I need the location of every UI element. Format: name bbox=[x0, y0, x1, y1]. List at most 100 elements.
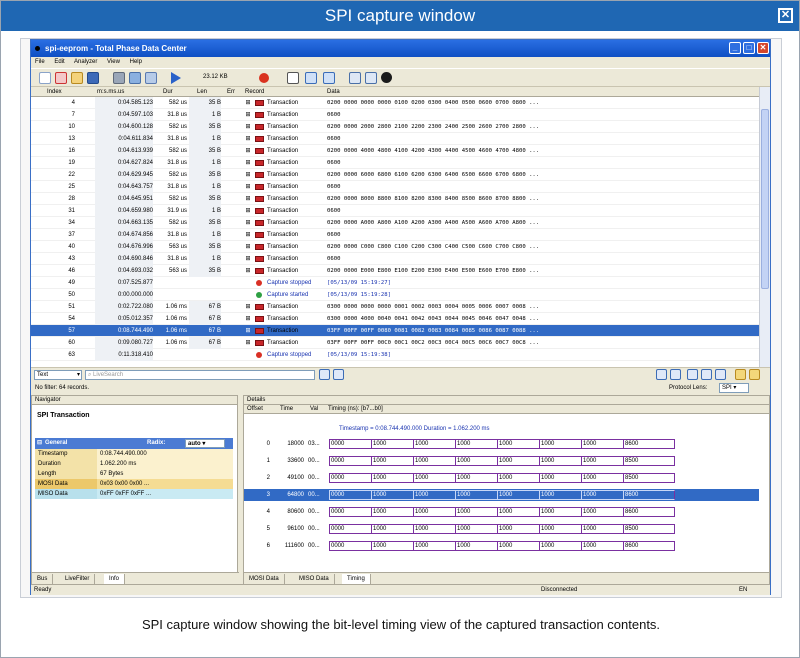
table-row[interactable]: 7 0:04.597.103 31.8 us 1 B ⊞ Transaction 0600 bbox=[31, 109, 759, 121]
property-row[interactable]: MOSI Data 0x03 0x00 0x00 ... bbox=[35, 479, 233, 489]
col-data[interactable]: Data bbox=[327, 87, 340, 97]
table-row[interactable]: 10 0:04.600.128 582 us 35 B ⊞ Transaction 0200… bbox=[31, 121, 759, 133]
expand-icon[interactable]: ⊞ bbox=[244, 337, 252, 349]
expand-icon[interactable]: ⊞ bbox=[244, 241, 252, 253]
bomb-icon[interactable] bbox=[381, 72, 392, 83]
record-stop-icon[interactable] bbox=[259, 73, 269, 83]
property-row[interactable]: MISO Data 0xFF 0xFF 0xFF ... bbox=[35, 489, 233, 499]
table-row[interactable]: 4 0:04.585.123 582 us 35 B ⊞ Transaction 0200 … bbox=[31, 97, 759, 109]
menu-view[interactable]: View bbox=[107, 59, 120, 65]
table-row[interactable]: 19 0:04.627.824 31.8 us 1 B ⊞ Transaction 0600 bbox=[31, 157, 759, 169]
nav-first-button[interactable] bbox=[687, 369, 698, 380]
minimize-icon[interactable]: _ bbox=[729, 42, 741, 54]
timing-row[interactable]: 4 80600 00... 0000 1000 1000 1000 1000 1000 1000 8… bbox=[244, 506, 759, 518]
bookmark-button[interactable] bbox=[735, 369, 746, 380]
play-icon[interactable] bbox=[171, 72, 181, 84]
expand-icon[interactable]: ⊞ bbox=[244, 301, 252, 313]
expand-icon[interactable]: ⊞ bbox=[244, 181, 252, 193]
col-time[interactable]: m:s.ms.us bbox=[97, 87, 124, 97]
menu-edit[interactable]: Edit bbox=[54, 59, 64, 65]
config-icon[interactable] bbox=[129, 72, 141, 84]
expand-icon[interactable]: ⊞ bbox=[244, 169, 252, 181]
table-row[interactable]: 46 0:04.693.032 563 us 35 B ⊞ Transaction 0200… bbox=[31, 265, 759, 277]
table-row[interactable]: 25 0:04.643.757 31.8 us 1 B ⊞ Transaction 0600 bbox=[31, 181, 759, 193]
col-index[interactable]: Index bbox=[47, 87, 62, 97]
table-row[interactable]: 13 0:04.611.834 31.8 us 1 B ⊞ Transaction 0600 bbox=[31, 133, 759, 145]
highlight-button[interactable] bbox=[749, 369, 760, 380]
tab-info[interactable]: Info bbox=[104, 574, 126, 584]
table-row[interactable]: 60 0:09.080.727 1.06 ms 67 B ⊞ Transaction 03F… bbox=[31, 337, 759, 349]
timing-row[interactable]: 0 18000 03... 0000 1000 1000 1000 1000 1000 1000 8… bbox=[244, 438, 759, 450]
maximize-icon[interactable]: □ bbox=[743, 42, 755, 54]
copy-icon[interactable] bbox=[349, 72, 361, 84]
view-text-icon[interactable] bbox=[287, 72, 299, 84]
save-icon[interactable] bbox=[87, 72, 99, 84]
table-row[interactable]: 43 0:04.690.846 31.8 us 1 B ⊞ Transaction 0600 bbox=[31, 253, 759, 265]
table-row[interactable]: 57 0:08.744.490 1.06 ms 67 B ⊞ Transaction 03F… bbox=[31, 325, 759, 337]
expand-icon[interactable]: ⊞ bbox=[244, 253, 252, 265]
collapse-icon[interactable]: ⊟ bbox=[37, 438, 42, 449]
table-row[interactable]: 28 0:04.645.951 582 us 35 B ⊞ Transaction 0200… bbox=[31, 193, 759, 205]
radix-select[interactable]: auto ▾ bbox=[185, 439, 225, 448]
col-record[interactable]: Record bbox=[245, 87, 264, 97]
add-button[interactable] bbox=[656, 369, 667, 380]
expand-icon[interactable]: ⊞ bbox=[244, 97, 252, 109]
device-icon[interactable] bbox=[113, 72, 125, 84]
table-row[interactable]: 40 0:04.676.996 563 us 35 B ⊞ Transaction 0200… bbox=[31, 241, 759, 253]
protocol-lens-select[interactable]: SPI ▾ bbox=[719, 383, 749, 393]
col-timing[interactable]: Timing (ns): [b7...b0] bbox=[328, 405, 383, 414]
table-row[interactable]: 63 0:11.318.410 Capture stopped [05/13/09 1… bbox=[31, 349, 759, 361]
new-file-icon[interactable] bbox=[39, 72, 51, 84]
nav-prev-button[interactable] bbox=[701, 369, 712, 380]
timing-row[interactable]: 6 111600 00... 0000 1000 1000 1000 1000 1000 1000… bbox=[244, 540, 759, 552]
expand-icon[interactable]: ⊞ bbox=[244, 157, 252, 169]
live-search-input[interactable]: ⌕ LiveSearch bbox=[85, 370, 315, 380]
menu-file[interactable]: File bbox=[35, 59, 45, 65]
timing-row[interactable]: 5 96100 00... 0000 1000 1000 1000 1000 1000 1000 8… bbox=[244, 523, 759, 535]
open-folder-icon[interactable] bbox=[71, 72, 83, 84]
search-prev-button[interactable] bbox=[319, 369, 330, 380]
table-row[interactable]: 34 0:04.663.135 582 us 35 B ⊞ Transaction 0200… bbox=[31, 217, 759, 229]
property-row[interactable]: Length 67 Bytes bbox=[35, 469, 233, 479]
col-offset[interactable]: Offset bbox=[247, 405, 263, 414]
col-err[interactable]: Err bbox=[227, 87, 235, 97]
table-row[interactable]: 49 0:07.525.877 Capture stopped [05/13/09 1… bbox=[31, 277, 759, 289]
menu-help[interactable]: Help bbox=[130, 59, 142, 65]
timing-row[interactable]: 3 64800 00... 0000 1000 1000 1000 1000 1000 1000 8… bbox=[244, 489, 759, 501]
export-icon[interactable] bbox=[145, 72, 157, 84]
col-val[interactable]: Val bbox=[310, 405, 318, 414]
table-row[interactable]: 37 0:04.674.856 31.8 us 1 B ⊞ Transaction 0600 bbox=[31, 229, 759, 241]
property-row[interactable]: Duration 1.062.200 ms bbox=[35, 459, 233, 469]
col-dtime[interactable]: Time bbox=[280, 405, 293, 414]
display-mode-select[interactable]: Text ▾ bbox=[34, 370, 82, 380]
timing-row[interactable]: 1 33600 00... 0000 1000 1000 1000 1000 1000 1000 8… bbox=[244, 455, 759, 467]
property-group-header[interactable]: ⊟ General Radix: auto ▾ bbox=[35, 438, 233, 449]
expand-icon[interactable]: ⊞ bbox=[244, 325, 252, 337]
expand-icon[interactable]: ⊞ bbox=[244, 121, 252, 133]
nav-next-button[interactable] bbox=[715, 369, 726, 380]
view-split-icon[interactable] bbox=[323, 72, 335, 84]
expand-icon[interactable]: ⊞ bbox=[244, 193, 252, 205]
search-next-button[interactable] bbox=[333, 369, 344, 380]
paste-icon[interactable] bbox=[365, 72, 377, 84]
expand-icon[interactable]: ⊞ bbox=[244, 265, 252, 277]
timing-row[interactable]: 2 49100 00... 0000 1000 1000 1000 1000 1000 1000 8… bbox=[244, 472, 759, 484]
remove-button[interactable] bbox=[670, 369, 681, 380]
table-row[interactable]: 31 0:04.659.980 31.9 us 1 B ⊞ Transaction 0600 bbox=[31, 205, 759, 217]
scrollbar-thumb[interactable] bbox=[761, 109, 769, 289]
property-row[interactable]: Timestamp 0:08.744.490.000 bbox=[35, 449, 233, 459]
close-icon[interactable]: ✕ bbox=[778, 8, 793, 23]
view-grid-icon[interactable] bbox=[305, 72, 317, 84]
table-row[interactable]: 54 0:05.012.357 1.06 ms 67 B ⊞ Transaction 030… bbox=[31, 313, 759, 325]
expand-icon[interactable]: ⊞ bbox=[244, 205, 252, 217]
expand-icon[interactable]: ⊞ bbox=[244, 217, 252, 229]
expand-icon[interactable]: ⊞ bbox=[244, 313, 252, 325]
col-dur[interactable]: Dur bbox=[163, 87, 173, 97]
tab-miso-data[interactable]: MISO Data bbox=[294, 574, 335, 584]
table-row[interactable]: 51 0:02.722.080 1.06 ms 67 B ⊞ Transaction 030… bbox=[31, 301, 759, 313]
expand-icon[interactable]: ⊞ bbox=[244, 109, 252, 121]
tab-timing[interactable]: Timing bbox=[342, 574, 371, 584]
col-len[interactable]: Len bbox=[197, 87, 207, 97]
tab-livefilter[interactable]: LiveFilter bbox=[60, 574, 96, 584]
delete-icon[interactable] bbox=[55, 72, 67, 84]
